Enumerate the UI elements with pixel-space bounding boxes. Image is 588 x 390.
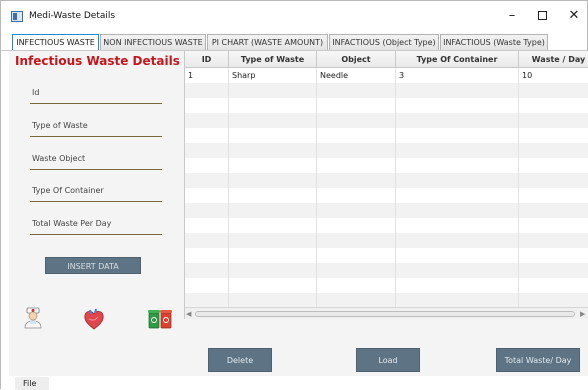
type-of-waste-field[interactable]: Type of Waste [30,117,162,137]
table-cell: 3 [396,68,519,83]
id-field-label: Id [32,88,40,97]
empty-table-row [185,158,588,173]
empty-table-row [185,263,588,278]
empty-table-row [185,173,588,188]
scroll-left-icon[interactable]: ◀ [186,310,191,318]
tab-infectious-waste[interactable]: INFECTIOUS WASTE [12,34,99,51]
table-cell: 10 [519,68,588,83]
form-title: Infectious Waste Details [15,54,180,68]
app-icon [11,11,23,22]
empty-table-row [185,143,588,158]
empty-table-row [185,293,588,308]
horizontal-scrollbar[interactable]: ◀ ▶ [185,307,588,319]
heart-organ-icon [84,308,104,330]
doctor-icon [24,307,42,329]
total-waste-per-day-button[interactable]: Total Waste/ Day [496,348,580,372]
insert-data-button[interactable]: INSERT DATA [45,257,141,274]
tab-pi-chart[interactable]: PI CHART (WASTE AMOUNT) [207,34,328,51]
empty-table-row [185,128,588,143]
tab-infactious-object-type[interactable]: INFACTIOUS (Object Type) [329,34,439,51]
table-body: 1 Sharp Needle 3 10 [185,68,588,308]
total-waste-per-day-field[interactable]: Total Waste Per Day [30,215,162,235]
table-header: ID Type of Waste Object Type Of Containe… [185,51,588,68]
tab-bar: INFECTIOUS WASTE NON INFECTIOUS WASTE PI… [12,34,588,51]
column-header-type-of-container[interactable]: Type Of Container [396,51,519,68]
maximize-icon [537,11,547,20]
menu-bar: File [1,376,588,390]
column-header-id[interactable]: ID [185,51,229,68]
title-bar: Medi-Waste Details – ✕ [1,1,587,32]
empty-table-row [185,188,588,203]
delete-button[interactable]: Delete [208,348,272,372]
empty-table-row [185,113,588,128]
type-of-container-label: Type Of Container [32,186,104,195]
waste-object-label: Waste Object [32,154,86,163]
table-cell: 1 [185,68,229,83]
tab-non-infectious-waste[interactable]: NON INFECTIOUS WASTE [100,34,206,51]
close-button[interactable]: ✕ [554,5,588,27]
waste-object-field[interactable]: Waste Object [30,150,162,170]
empty-table-row [185,98,588,113]
empty-table-row [185,278,588,293]
empty-table-row [185,218,588,233]
file-menu[interactable]: File [15,377,49,390]
empty-table-row [185,248,588,263]
id-field[interactable]: Id [30,84,162,104]
window-title: Medi-Waste Details [29,11,116,21]
column-header-waste-per-day[interactable]: Waste / Day [519,51,588,68]
total-waste-per-day-label: Total Waste Per Day [32,219,112,228]
app-window: Medi-Waste Details – ✕ INFECTIOUS WASTE … [0,0,588,390]
table-cell: Needle [317,68,396,83]
recycle-bins-icon [148,310,172,329]
waste-table[interactable]: ID Type of Waste Object Type Of Containe… [184,51,588,319]
column-header-type-of-waste[interactable]: Type of Waste [229,51,317,68]
type-of-container-field[interactable]: Type Of Container [30,182,162,202]
table-row[interactable]: 1 Sharp Needle 3 10 [185,68,588,83]
tab-infactious-waste-type[interactable]: INFACTIOUS (Waste Type) [440,34,548,51]
table-cell: Sharp [229,68,317,83]
column-header-object[interactable]: Object [317,51,396,68]
empty-table-row [185,203,588,218]
empty-table-row [185,83,588,98]
empty-table-row [185,233,588,248]
scroll-right-icon[interactable]: ▶ [580,310,585,318]
scrollbar-thumb[interactable] [195,311,575,317]
type-of-waste-label: Type of Waste [32,121,88,130]
load-button[interactable]: Load [356,348,420,372]
